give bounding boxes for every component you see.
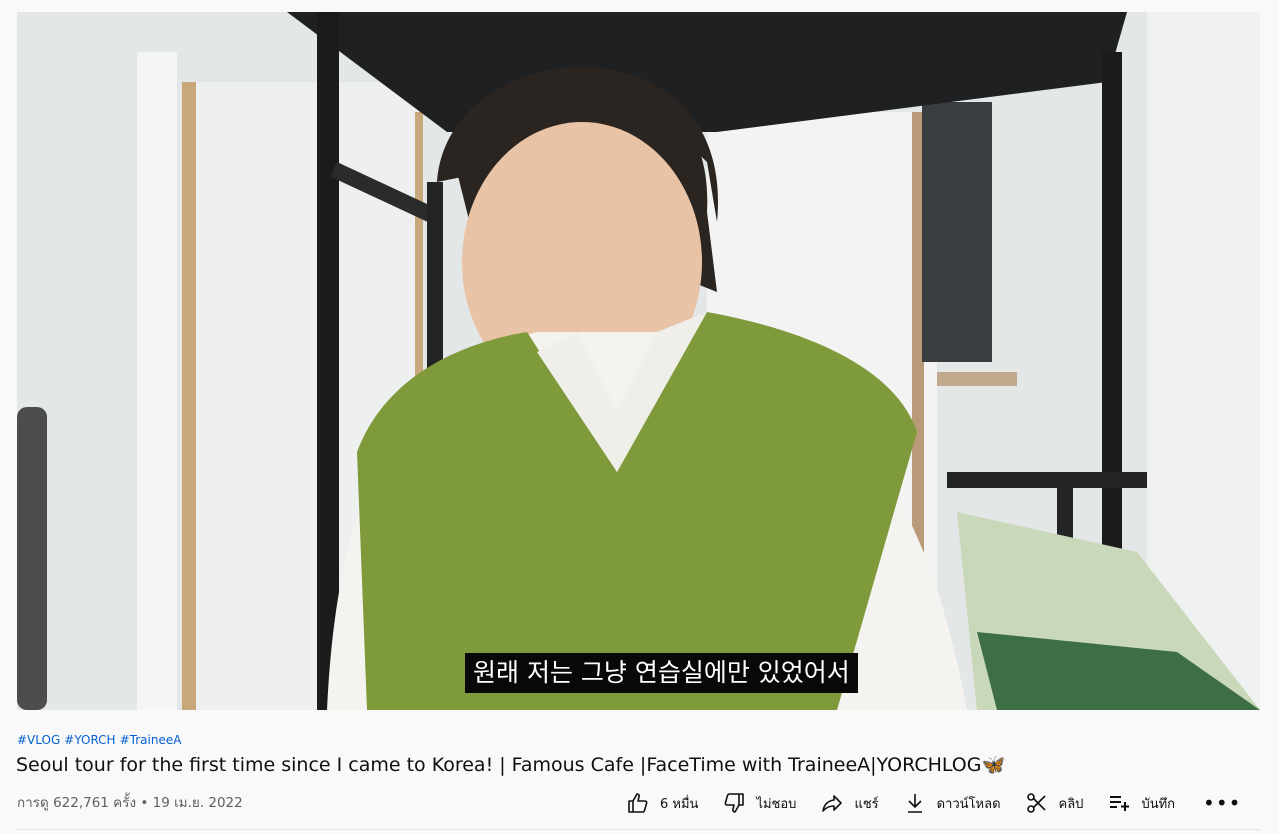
thumbs-up-icon [628, 793, 648, 813]
video-frame [17, 12, 1260, 710]
video-subtitle: 원래 저는 그냥 연습실에만 있었어서 [465, 653, 858, 693]
playlist-add-icon [1110, 796, 1130, 811]
thumbs-down-icon [724, 793, 745, 813]
like-count: 6 หมื่น [660, 796, 699, 812]
more-actions-button[interactable]: ••• [1203, 791, 1241, 815]
video-meta: การดู 622,761 ครั้ง • 19 เม.ย. 2022 [17, 795, 243, 811]
hashtag-link[interactable]: #VLOG [17, 733, 60, 747]
share-label: แชร์ [854, 796, 879, 812]
clip-label: คลิป [1058, 796, 1084, 812]
hashtag-list: #VLOG #YORCH #TraineeA [17, 733, 181, 747]
share-icon [822, 795, 843, 812]
save-label: บันทึก [1141, 796, 1176, 812]
scissors-icon [1026, 793, 1046, 813]
dislike-button[interactable]: ไม่ชอบ [722, 791, 796, 815]
action-bar: 6 หมื่น ไม่ชอบ แชร์ ดาวน์โหลด คลิป บันทึ… [626, 790, 1241, 816]
hashtag-link[interactable]: #YORCH [64, 733, 115, 747]
download-label: ดาวน์โหลด [936, 796, 1001, 812]
like-button[interactable]: 6 หมื่น [626, 791, 698, 815]
clip-button[interactable]: คลิป [1025, 791, 1084, 815]
divider [17, 829, 1260, 830]
save-button[interactable]: บันทึก [1107, 791, 1175, 815]
video-title: Seoul tour for the first time since I ca… [16, 754, 1006, 776]
dislike-label: ไม่ชอบ [756, 796, 797, 812]
download-icon [907, 794, 922, 813]
video-player[interactable]: 원래 저는 그냥 연습실에만 있었어서 [17, 12, 1260, 710]
share-button[interactable]: แชร์ [820, 791, 879, 815]
hashtag-link[interactable]: #TraineeA [120, 733, 182, 747]
download-button[interactable]: ดาวน์โหลด [903, 791, 1001, 815]
